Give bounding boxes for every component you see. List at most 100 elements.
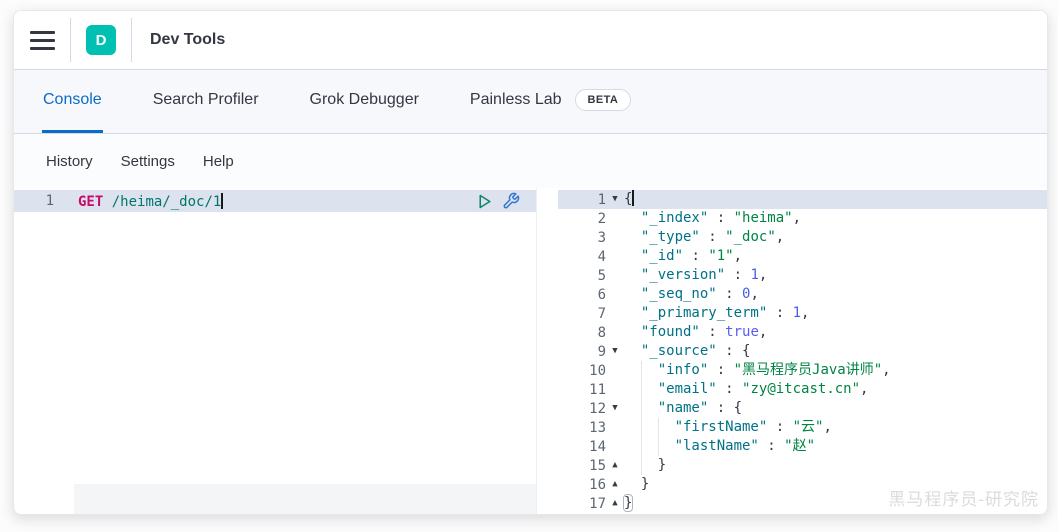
response-line-number: 7 — [558, 306, 606, 322]
response-lines: 1▼{2 "_index" : "heima",3 "_type" : "_do… — [558, 190, 1047, 513]
code-token: "_type" — [641, 229, 700, 245]
response-code-line[interactable]: 1▼{ — [558, 190, 1047, 209]
response-code-line[interactable]: 5 "_version" : 1, — [558, 266, 1047, 285]
code-token: : — [725, 267, 750, 283]
tab-console[interactable]: Console — [42, 70, 103, 133]
code-token: : — [708, 210, 733, 226]
response-code-line[interactable]: 8 "found" : true, — [558, 323, 1047, 342]
console-menu: History Settings Help — [14, 134, 1047, 188]
menu-item-history[interactable]: History — [46, 153, 93, 170]
code-token: "_version" — [641, 267, 725, 283]
response-code: "_type" : "_doc", — [624, 228, 1047, 247]
response-line-number: 11 — [558, 382, 606, 398]
fold-down-icon[interactable]: ▼ — [606, 399, 624, 418]
text-cursor — [632, 190, 634, 206]
response-code: "name" : { — [624, 399, 1047, 418]
code-token: , — [801, 305, 809, 321]
response-code-line[interactable]: 11 "email" : "zy@itcast.cn", — [558, 380, 1047, 399]
response-line-number: 5 — [558, 268, 606, 284]
response-code: "lastName" : "赵" — [624, 437, 1047, 456]
tab-grok-debugger[interactable]: Grok Debugger — [309, 70, 420, 133]
code-token: 1 — [793, 305, 801, 321]
code-token: : — [708, 362, 733, 378]
code-token: "_id" — [641, 248, 683, 264]
response-code: "info" : "黑马程序员Java讲师", — [624, 361, 1047, 380]
request-code-line[interactable]: 1 GET /heima/_doc/1 — [14, 190, 536, 212]
menu-hamburger-icon[interactable] — [14, 31, 70, 50]
code-token — [624, 229, 641, 245]
response-code-line[interactable]: 2 "_index" : "heima", — [558, 209, 1047, 228]
response-code: "_index" : "heima", — [624, 209, 1047, 228]
send-request-play-icon[interactable] — [476, 193, 493, 210]
tab-console-label: Console — [43, 91, 102, 109]
code-token — [624, 419, 675, 435]
request-editor[interactable]: 1 GET /heima/_doc/1 — [14, 188, 537, 514]
fold-down-icon[interactable]: ▼ — [606, 190, 624, 209]
code-token: , — [776, 229, 784, 245]
response-line-number: 16 — [558, 477, 606, 493]
code-token: "zy@itcast.cn" — [742, 381, 860, 397]
code-token: "heima" — [734, 210, 793, 226]
response-code-line[interactable]: 7 "_primary_term" : 1, — [558, 304, 1047, 323]
response-line-number: 9 — [558, 344, 606, 360]
watermark: 黑马程序员-研究院 — [888, 485, 1039, 510]
menu-item-help[interactable]: Help — [203, 153, 234, 170]
code-token: : — [717, 286, 742, 302]
response-code-line[interactable]: 10 "info" : "黑马程序员Java讲师", — [558, 361, 1047, 380]
app-badge[interactable]: D — [86, 25, 116, 55]
response-code-line[interactable]: 12▼ "name" : { — [558, 399, 1047, 418]
wrench-icon[interactable] — [502, 192, 520, 210]
code-token — [624, 305, 641, 321]
code-token: : — [767, 419, 792, 435]
indent-guide — [658, 418, 659, 437]
response-code-line[interactable]: 9▼ "_source" : { — [558, 342, 1047, 361]
fold-up-icon[interactable]: ▲ — [606, 494, 624, 513]
tab-bar: Console Search Profiler Grok Debugger Pa… — [14, 70, 1047, 134]
code-token — [624, 438, 675, 454]
response-code-line[interactable]: 3 "_type" : "_doc", — [558, 228, 1047, 247]
code-token — [624, 343, 641, 359]
code-token: , — [759, 267, 767, 283]
menu-item-settings[interactable]: Settings — [121, 153, 175, 170]
horizontal-scrollbar-track[interactable] — [74, 484, 536, 514]
response-code-line[interactable]: 6 "_seq_no" : 0, — [558, 285, 1047, 304]
fold-up-icon[interactable]: ▲ — [606, 475, 624, 494]
response-line-number: 6 — [558, 287, 606, 303]
code-token: , — [860, 381, 868, 397]
response-code-line[interactable]: 4 "_id" : "1", — [558, 247, 1047, 266]
response-code: { — [624, 190, 1047, 209]
tab-painless-lab-label: Painless Lab — [470, 91, 562, 109]
tab-search-profiler[interactable]: Search Profiler — [152, 70, 260, 133]
indent-guide — [641, 418, 642, 437]
tab-painless-lab[interactable]: Painless Lab BETA — [469, 70, 632, 133]
response-code-line[interactable]: 15▲ } — [558, 456, 1047, 475]
code-token: "云" — [793, 419, 824, 435]
code-token: , — [823, 419, 831, 435]
response-code-line[interactable]: 14 "lastName" : "赵" — [558, 437, 1047, 456]
response-code: "_seq_no" : 0, — [624, 285, 1047, 304]
code-token — [624, 267, 641, 283]
code-token: 1 — [750, 267, 758, 283]
code-token: : — [700, 324, 725, 340]
page-title: Dev Tools — [150, 31, 225, 49]
fold-up-icon[interactable]: ▲ — [606, 456, 624, 475]
request-line-number: 1 — [14, 193, 54, 209]
http-method: GET — [78, 194, 103, 210]
code-token: "email" — [658, 381, 717, 397]
response-line-number: 1 — [558, 192, 606, 208]
code-token: } — [624, 476, 649, 492]
fold-down-icon[interactable]: ▼ — [606, 342, 624, 361]
code-token: : — [767, 305, 792, 321]
code-token: "_seq_no" — [641, 286, 717, 302]
code-token: "firstName" — [675, 419, 768, 435]
code-token: "found" — [641, 324, 700, 340]
response-editor[interactable]: 1▼{2 "_index" : "heima",3 "_type" : "_do… — [558, 188, 1047, 514]
response-code-line[interactable]: 13 "firstName" : "云", — [558, 418, 1047, 437]
code-token: : — [683, 248, 708, 264]
response-line-number: 4 — [558, 249, 606, 265]
code-token: } — [624, 495, 632, 511]
code-token: "1" — [708, 248, 733, 264]
request-code[interactable]: GET /heima/_doc/1 — [78, 193, 223, 210]
app-window: D Dev Tools Console Search Profiler Grok… — [13, 10, 1048, 515]
response-code: "found" : true, — [624, 323, 1047, 342]
